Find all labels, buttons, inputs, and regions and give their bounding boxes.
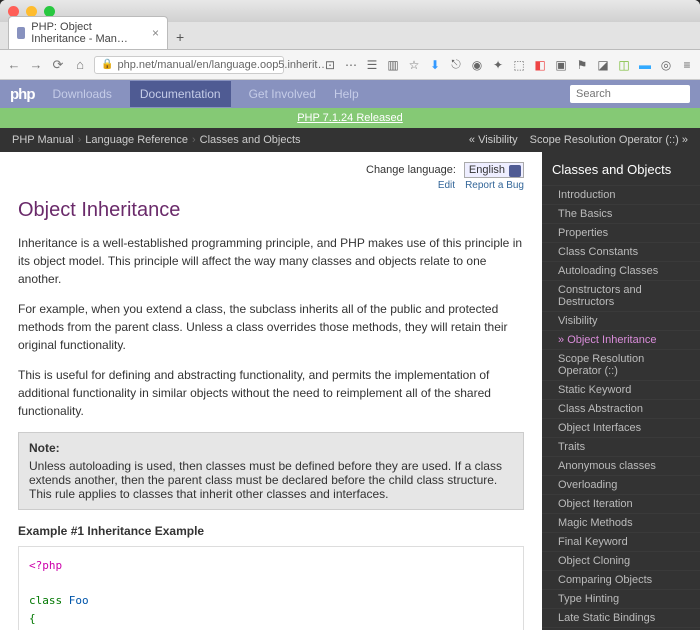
change-language-label: Change language: — [366, 164, 456, 176]
code-block: <?php class Foo { public function printI… — [18, 546, 524, 630]
minimize-window-button[interactable] — [26, 6, 37, 17]
sidebar-item[interactable]: Properties — [542, 223, 700, 242]
ext-icon-2[interactable]: ◉ — [470, 58, 484, 72]
nav-documentation[interactable]: Documentation — [130, 81, 231, 107]
reader-icon[interactable]: ☰ — [365, 58, 379, 72]
nav-get-involved[interactable]: Get Involved — [249, 87, 316, 101]
page-action-icon[interactable]: ⊡ — [323, 58, 337, 72]
sidebar-item[interactable]: Constructors and Destructors — [542, 280, 700, 311]
nav-downloads[interactable]: Downloads — [53, 87, 112, 101]
ext-icon-8[interactable]: ◪ — [596, 58, 610, 72]
sidebar-item[interactable]: Static Keyword — [542, 380, 700, 399]
lock-icon: 🔒 — [101, 59, 113, 70]
ext-icon-1[interactable]: ⎋ — [449, 58, 463, 72]
sidebar-item[interactable]: Object Inheritance — [542, 330, 700, 349]
sidebar-item[interactable]: Object Interfaces — [542, 418, 700, 437]
bookmark-icon[interactable]: ☆ — [407, 58, 421, 72]
sidebar-item[interactable]: Class Constants — [542, 242, 700, 261]
sidebar-item[interactable]: Type Hinting — [542, 589, 700, 608]
report-bug-link[interactable]: Report a Bug — [465, 180, 524, 191]
more-icon[interactable]: ⋯ — [344, 58, 358, 72]
download-icon[interactable]: ⬇ — [428, 58, 442, 72]
sidebar-item[interactable]: Object Iteration — [542, 494, 700, 513]
sidebar-item[interactable]: Magic Methods — [542, 513, 700, 532]
nav-help[interactable]: Help — [334, 87, 359, 101]
favicon — [17, 27, 25, 39]
library-icon[interactable]: ▥ — [386, 58, 400, 72]
toolbar: ← → ⟳ ⌂ 🔒 php.net/manual/en/language.oop… — [0, 50, 700, 80]
close-window-button[interactable] — [8, 6, 19, 17]
forward-icon[interactable]: → — [28, 57, 44, 72]
tab-strip: PHP: Object Inheritance - Man… × + — [0, 22, 700, 50]
ext-icon-5[interactable]: ◧ — [533, 58, 547, 72]
url-text: php.net/manual/en/language.oop5.inherit… — [117, 59, 328, 71]
sidebar-item[interactable]: Comparing Objects — [542, 570, 700, 589]
sidebar-item[interactable]: Overloading — [542, 475, 700, 494]
toolbar-icons: ⊡ ⋯ ☰ ▥ ☆ ⬇ ⎋ ◉ ✦ ⬚ ◧ ▣ ⚑ ◪ ◫ ▬ ◎ ≡ — [323, 58, 694, 72]
ext-icon-11[interactable]: ◎ — [659, 58, 673, 72]
tab-title: PHP: Object Inheritance - Man… — [31, 21, 142, 45]
crumb-2[interactable]: Classes and Objects — [200, 134, 301, 146]
close-tab-icon[interactable]: × — [152, 26, 159, 40]
ext-icon-7[interactable]: ⚑ — [575, 58, 589, 72]
site-nav: php Downloads Documentation Get Involved… — [0, 80, 700, 108]
menu-icon[interactable]: ≡ — [680, 58, 694, 72]
search-input[interactable] — [570, 85, 690, 103]
ext-icon-3[interactable]: ✦ — [491, 58, 505, 72]
ext-icon-6[interactable]: ▣ — [554, 58, 568, 72]
page-title: Object Inheritance — [18, 199, 524, 222]
next-link[interactable]: Scope Resolution Operator (::) » — [530, 134, 688, 146]
new-tab-button[interactable]: + — [168, 25, 192, 49]
sidebar-item[interactable]: Final Keyword — [542, 532, 700, 551]
sidebar-list: IntroductionThe BasicsPropertiesClass Co… — [542, 185, 700, 630]
breadcrumb: PHP Manual› Language Reference› Classes … — [0, 128, 700, 152]
sidebar: Classes and Objects IntroductionThe Basi… — [542, 152, 700, 630]
ext-icon-9[interactable]: ◫ — [617, 58, 631, 72]
home-icon[interactable]: ⌂ — [72, 57, 88, 72]
crumb-1[interactable]: Language Reference — [85, 134, 188, 146]
ext-icon-4[interactable]: ⬚ — [512, 58, 526, 72]
sidebar-item[interactable]: Visibility — [542, 311, 700, 330]
note-title: Note: — [29, 441, 513, 455]
sidebar-item[interactable]: Class Abstraction — [542, 399, 700, 418]
edit-link[interactable]: Edit — [438, 180, 455, 191]
browser-window: PHP: Object Inheritance - Man… × + ← → ⟳… — [0, 0, 700, 630]
note-box: Note: Unless autoloading is used, then c… — [18, 432, 524, 510]
sidebar-item[interactable]: Late Static Bindings — [542, 608, 700, 627]
example-title: Example #1 Inheritance Example — [18, 524, 524, 538]
language-select[interactable]: English — [464, 162, 524, 178]
url-field[interactable]: 🔒 php.net/manual/en/language.oop5.inheri… — [94, 56, 284, 74]
sidebar-item[interactable]: Traits — [542, 437, 700, 456]
php-logo[interactable]: php — [10, 86, 35, 103]
back-icon[interactable]: ← — [6, 57, 22, 72]
main-content: Change language: English Edit Report a B… — [0, 152, 542, 630]
sidebar-item[interactable]: Introduction — [542, 185, 700, 204]
page-content: php Downloads Documentation Get Involved… — [0, 80, 700, 630]
sidebar-item[interactable]: Object Cloning — [542, 551, 700, 570]
sidebar-item[interactable]: Anonymous classes — [542, 456, 700, 475]
prev-link[interactable]: « Visibility — [469, 134, 518, 146]
sidebar-item[interactable]: Autoloading Classes — [542, 261, 700, 280]
para-2: For example, when you extend a class, th… — [18, 300, 524, 354]
note-body: Unless autoloading is used, then classes… — [29, 459, 502, 501]
ext-icon-10[interactable]: ▬ — [638, 58, 652, 72]
maximize-window-button[interactable] — [44, 6, 55, 17]
para-3: This is useful for defining and abstract… — [18, 366, 524, 420]
sidebar-item[interactable]: The Basics — [542, 204, 700, 223]
site-search — [570, 85, 690, 103]
release-banner[interactable]: PHP 7.1.24 Released — [0, 108, 700, 128]
para-1: Inheritance is a well-established progra… — [18, 234, 524, 288]
sidebar-title[interactable]: Classes and Objects — [542, 152, 700, 185]
sidebar-item[interactable]: Scope Resolution Operator (::) — [542, 349, 700, 380]
reload-icon[interactable]: ⟳ — [50, 57, 66, 73]
crumb-0[interactable]: PHP Manual — [12, 134, 74, 146]
browser-tab[interactable]: PHP: Object Inheritance - Man… × — [8, 16, 168, 49]
